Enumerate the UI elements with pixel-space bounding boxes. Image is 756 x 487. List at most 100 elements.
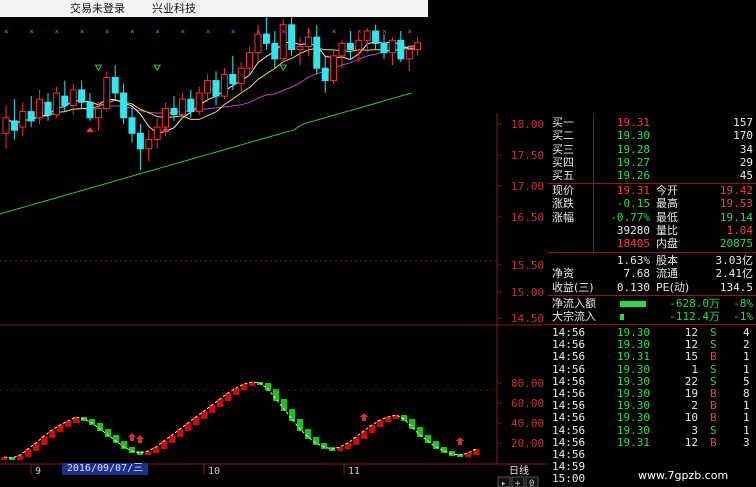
- candle[interactable]: [321, 67, 329, 82]
- indicator-bar: [321, 443, 327, 449]
- candle[interactable]: [262, 33, 270, 44]
- indicator-bar: [169, 435, 175, 443]
- candle[interactable]: [330, 55, 338, 82]
- candle[interactable]: [69, 89, 77, 106]
- candle[interactable]: [27, 111, 35, 122]
- indicator-bar: [225, 393, 231, 401]
- indicator-bar: [41, 436, 47, 445]
- date-axis-label: 10: [208, 466, 220, 477]
- candle[interactable]: [237, 67, 245, 85]
- signal-marker: ×: [54, 27, 59, 36]
- down-signal-icon: [94, 64, 103, 72]
- candle[interactable]: [397, 39, 405, 60]
- signal-marker: ×: [130, 27, 135, 36]
- outer-volume: 18405: [616, 237, 650, 251]
- price-chart[interactable]: ×××××××××××××××××19.98: [0, 17, 422, 215]
- stat-label-left: 涨跌: [552, 197, 574, 211]
- indicator-bar: [193, 417, 199, 425]
- up-signal-icon: [86, 127, 94, 133]
- candle[interactable]: [153, 126, 161, 140]
- bid-price: 19.27: [616, 155, 650, 169]
- candle[interactable]: [162, 108, 170, 128]
- candle[interactable]: [346, 42, 354, 51]
- candle[interactable]: [111, 77, 119, 94]
- chart-nav-button-label: +: [515, 479, 521, 487]
- volume-row: 39280 量比 1.04: [548, 224, 756, 238]
- login-status[interactable]: 交易未登录: [70, 0, 125, 17]
- ma20-line: [5, 47, 418, 125]
- candle[interactable]: [19, 111, 27, 128]
- candle[interactable]: [94, 108, 102, 119]
- inner-label: 内盘: [656, 237, 678, 251]
- candle[interactable]: [204, 80, 212, 94]
- bid-volume: 34: [739, 142, 753, 156]
- bid-label: 买一: [552, 116, 574, 129]
- period-selector[interactable]: 日线: [509, 464, 529, 477]
- candle[interactable]: [414, 42, 422, 51]
- candle[interactable]: [187, 98, 195, 113]
- candle[interactable]: [61, 95, 69, 106]
- indicator-bar: [201, 411, 207, 419]
- candle[interactable]: [36, 98, 44, 119]
- bid-volume: 29: [739, 155, 753, 169]
- axis-labels: 18.00 17.50 17.00 16.50 15.50 15.00 14.50 80.00…: [0, 113, 548, 487]
- date-axis-label: 9: [35, 466, 41, 477]
- bid-volume: 157: [733, 116, 753, 129]
- candle[interactable]: [103, 77, 111, 109]
- candle[interactable]: [128, 117, 136, 134]
- indicator-bar: [289, 409, 295, 421]
- inner-outer-row: 18405 内盘 20875: [548, 237, 756, 251]
- candle[interactable]: [10, 120, 18, 131]
- candle[interactable]: [120, 92, 128, 119]
- candle[interactable]: [338, 42, 346, 57]
- candle[interactable]: [372, 30, 380, 44]
- candle[interactable]: [304, 36, 312, 48]
- signal-marker: ×: [80, 27, 85, 36]
- panel-divider-line: [548, 252, 756, 253]
- candle[interactable]: [296, 46, 304, 51]
- total-volume: 39280: [616, 224, 650, 237]
- net-assets-row: 净资 7.68 流通 2.41亿: [548, 267, 756, 281]
- candle[interactable]: [2, 117, 10, 134]
- volume-ratio: 1.04: [726, 224, 754, 237]
- candle[interactable]: [78, 89, 86, 103]
- stat-value-right: 19.42: [719, 184, 753, 197]
- candle[interactable]: [355, 39, 363, 51]
- candle[interactable]: [170, 108, 178, 116]
- watermark-text: www.7gpzb.com: [638, 469, 729, 482]
- bid-label: 买三: [552, 142, 574, 156]
- candle[interactable]: [229, 73, 237, 85]
- candle[interactable]: [388, 39, 396, 54]
- candle[interactable]: [136, 132, 144, 150]
- stock-chart-area[interactable]: ×××××××××××××××××19.98 18.0017.5017.0016…: [0, 17, 548, 487]
- candle[interactable]: [178, 98, 186, 116]
- candle[interactable]: [212, 80, 220, 97]
- watermark: www.7gpzb.com: [598, 466, 748, 486]
- signal-marker: ×: [357, 27, 362, 36]
- buy-arrow-icon: [360, 413, 368, 421]
- candle[interactable]: [86, 101, 94, 119]
- candle[interactable]: [405, 49, 413, 60]
- candle[interactable]: [254, 33, 262, 54]
- candle[interactable]: [145, 139, 153, 150]
- quote-stat-row: 涨幅 -0.77% 最低 19.14: [548, 211, 756, 225]
- candle[interactable]: [220, 73, 228, 97]
- candle[interactable]: [44, 101, 52, 116]
- signal-marker: ×: [231, 27, 236, 36]
- candle[interactable]: [271, 42, 279, 60]
- quote-stat-row: 涨跌 -0.15 最高 19.53: [548, 197, 756, 211]
- signal-marker: ×: [206, 27, 211, 36]
- candle[interactable]: [52, 92, 60, 116]
- candle[interactable]: [246, 52, 254, 69]
- pe-label: PE(动): [656, 280, 690, 294]
- bid-row: 买一 19.31 157: [548, 116, 756, 130]
- candle[interactable]: [313, 36, 321, 69]
- candle[interactable]: [380, 42, 388, 54]
- candle[interactable]: [288, 24, 296, 51]
- indicator-chart: [1, 381, 479, 460]
- up-signal-icon: [161, 127, 170, 133]
- candle[interactable]: [363, 30, 371, 41]
- indicator-bar: [233, 388, 239, 395]
- share-capital: 3.03亿: [715, 254, 754, 267]
- candle[interactable]: [195, 92, 203, 113]
